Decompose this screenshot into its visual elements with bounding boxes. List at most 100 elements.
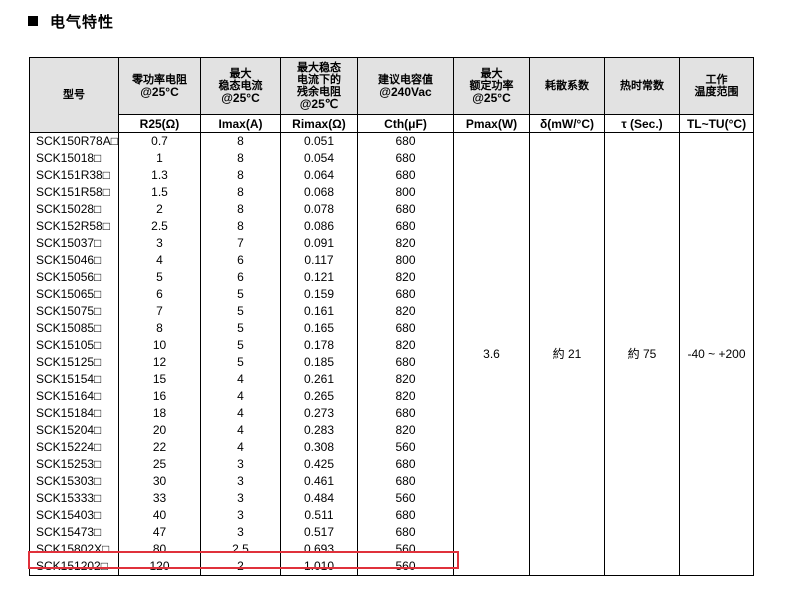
model-cell: SCK15333□ (29, 490, 119, 507)
value-cell: 800 (357, 184, 454, 201)
model-cell: SCK151202□ (29, 558, 119, 576)
value-cell: 820 (357, 371, 454, 388)
model-cell: SCK15204□ (29, 422, 119, 439)
square-bullet-icon (28, 16, 38, 26)
value-cell: 680 (357, 150, 454, 167)
column-header: 耗散系数 (529, 57, 605, 115)
value-cell: 2.5 (200, 541, 281, 558)
value-cell: 3 (200, 456, 281, 473)
shared-dissipation-cell: 約 21 (529, 132, 605, 576)
model-cell: SCK15303□ (29, 473, 119, 490)
unit-label: R25(Ω) (118, 114, 201, 133)
value-cell: 4 (200, 388, 281, 405)
column-header: 型号 (29, 57, 119, 133)
value-cell: 0.178 (280, 337, 358, 354)
table-body: SCK150R78A□ 0.7 8 0.051 680 3.6 約 21 約 75 -40 ~ … (29, 132, 754, 576)
value-cell: 120 (118, 558, 201, 576)
value-cell: 3 (118, 235, 201, 252)
value-cell: 5 (200, 337, 281, 354)
value-cell: 1.3 (118, 167, 201, 184)
value-cell: 3 (200, 490, 281, 507)
value-cell: 820 (357, 269, 454, 286)
column-header: 热时常数 (604, 57, 680, 115)
value-cell: 8 (200, 218, 281, 235)
value-cell: 0.051 (280, 132, 358, 150)
value-cell: 5 (200, 303, 281, 320)
column-header: 最大 稳态电流 @25°C (200, 57, 281, 115)
value-cell: 5 (200, 286, 281, 303)
value-cell: 16 (118, 388, 201, 405)
value-cell: 3 (200, 507, 281, 524)
value-cell: 5 (200, 320, 281, 337)
value-cell: 1 (118, 150, 201, 167)
value-cell: 0.121 (280, 269, 358, 286)
value-cell: 0.165 (280, 320, 358, 337)
model-cell: SCK15028□ (29, 201, 119, 218)
column-header: 建议电容值 @240Vac (357, 57, 454, 115)
value-cell: 15 (118, 371, 201, 388)
header-row: 型号 零功率电阻 @25°C 最大 稳态电流 @25°C 最大稳态 电流下的 残余电阻 @25℃ 建… (29, 57, 754, 133)
value-cell: 6 (118, 286, 201, 303)
model-cell: SCK152R58□ (29, 218, 119, 235)
unit-label: Imax(A) (200, 114, 281, 133)
column-header: 最大稳态 电流下的 残余电阻 @25℃ (280, 57, 358, 115)
value-cell: 560 (357, 558, 454, 576)
section-title: 电气特性 (50, 13, 115, 31)
value-cell: 20 (118, 422, 201, 439)
value-cell: 560 (357, 541, 454, 558)
value-cell: 8 (200, 150, 281, 167)
value-cell: 0.161 (280, 303, 358, 320)
value-cell: 0.078 (280, 201, 358, 218)
value-cell: 4 (200, 405, 281, 422)
model-cell: SCK15065□ (29, 286, 119, 303)
value-cell: 0.068 (280, 184, 358, 201)
value-cell: 6 (200, 252, 281, 269)
value-cell: 10 (118, 337, 201, 354)
value-cell: 6 (200, 269, 281, 286)
model-cell: SCK15253□ (29, 456, 119, 473)
value-cell: 680 (357, 354, 454, 371)
model-cell: SCK15473□ (29, 524, 119, 541)
value-cell: 680 (357, 218, 454, 235)
value-cell: 680 (357, 320, 454, 337)
model-cell: SCK15105□ (29, 337, 119, 354)
value-cell: 0.7 (118, 132, 201, 150)
value-cell: 7 (200, 235, 281, 252)
value-cell: 0.117 (280, 252, 358, 269)
value-cell: 0.273 (280, 405, 358, 422)
value-cell: 0.064 (280, 167, 358, 184)
value-cell: 8 (200, 201, 281, 218)
value-cell: 30 (118, 473, 201, 490)
value-cell: 8 (200, 167, 281, 184)
shared-time-constant-cell: 約 75 (604, 132, 680, 576)
value-cell: 2.5 (118, 218, 201, 235)
value-cell: 0.265 (280, 388, 358, 405)
value-cell: 820 (357, 303, 454, 320)
value-cell: 0.159 (280, 286, 358, 303)
column-header: 最大 额定功率 @25°C (453, 57, 530, 115)
value-cell: 820 (357, 422, 454, 439)
model-cell: SCK15075□ (29, 303, 119, 320)
value-cell: 560 (357, 439, 454, 456)
model-cell: SCK151R58□ (29, 184, 119, 201)
value-cell: 680 (357, 201, 454, 218)
value-cell: 8 (200, 184, 281, 201)
unit-row: R25(Ω) Imax(A) Rimax(Ω) Cth(μF) Pmax(W) δ(mW/… (30, 114, 754, 133)
value-cell: 560 (357, 490, 454, 507)
electrical-characteristics-table: 型号 零功率电阻 @25°C 最大 稳态电流 @25°C 最大稳态 电流下的 残余电阻 @25℃ 建… (29, 57, 754, 576)
value-cell: 33 (118, 490, 201, 507)
value-cell: 1.010 (280, 558, 358, 576)
table-row: SCK150R78A□ 0.7 8 0.051 680 3.6 約 21 約 75 -40 ~ … (29, 132, 754, 576)
value-cell: 3 (200, 473, 281, 490)
value-cell: 0.091 (280, 235, 358, 252)
model-cell: SCK15085□ (29, 320, 119, 337)
value-cell: 4 (118, 252, 201, 269)
value-cell: 0.261 (280, 371, 358, 388)
value-cell: 0.461 (280, 473, 358, 490)
value-cell: 680 (357, 473, 454, 490)
model-cell: SCK15154□ (29, 371, 119, 388)
value-cell: 820 (357, 235, 454, 252)
unit-label: TL~TU(°C) (679, 114, 754, 133)
model-cell: SCK15125□ (29, 354, 119, 371)
value-cell: 820 (357, 337, 454, 354)
